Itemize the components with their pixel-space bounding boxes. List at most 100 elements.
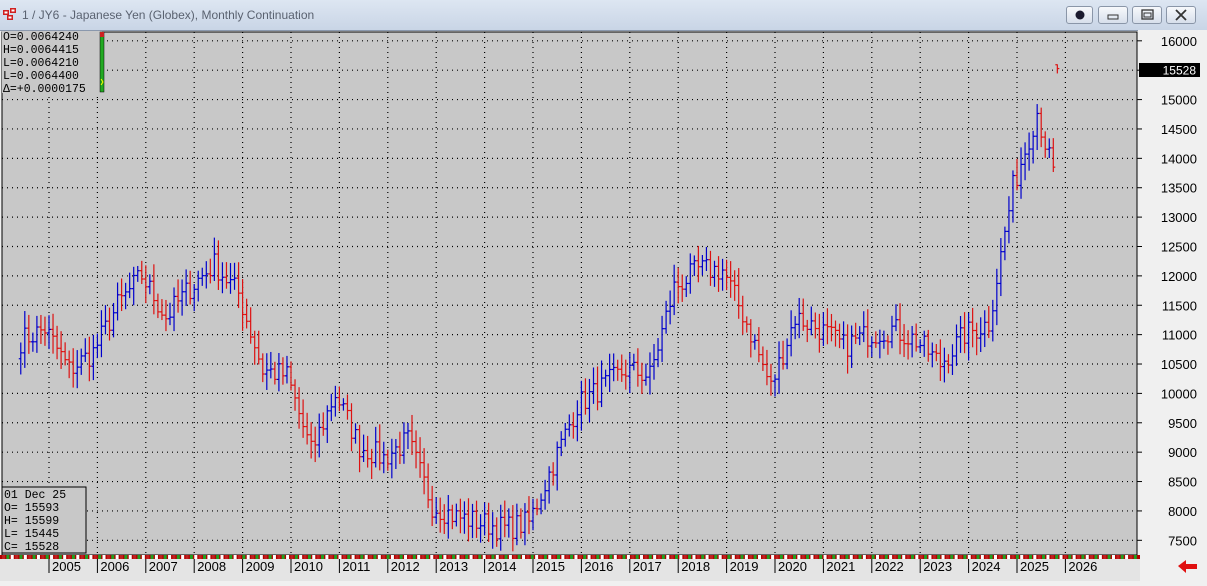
- axis-segment: [661, 555, 665, 559]
- axis-segment: [2, 555, 5, 559]
- x-tick-label: 2026: [1068, 559, 1097, 574]
- axis-segment: [622, 555, 626, 559]
- y-tick-label: 8500: [1168, 475, 1197, 490]
- y-tick-label: 13000: [1161, 210, 1197, 225]
- chart-area[interactable]: 7500 8000 8500 9000 9500 10000 10500 11000 11500…: [0, 30, 1207, 581]
- axis-segment: [373, 555, 377, 559]
- axis-segment: [1050, 555, 1054, 559]
- readout-open: O=0.0064240: [3, 31, 79, 44]
- readout-high: H=0.0064415: [3, 44, 79, 57]
- x-tick-label: 2025: [1020, 559, 1049, 574]
- axis-segment: [181, 555, 185, 559]
- readout-bottom-close: C= 15528: [4, 541, 59, 554]
- price-chart[interactable]: 7500 8000 8500 9000 9500 10000 10500 11000 11500…: [0, 30, 1207, 581]
- y-tick-label: 11500: [1162, 298, 1197, 313]
- axis-segment: [421, 555, 425, 559]
- readout-bottom-open: O= 15593: [4, 502, 59, 515]
- axis-segment: [714, 555, 718, 559]
- axis-segment: [530, 555, 534, 559]
- axis-segment: [906, 555, 910, 559]
- y-tick-label: 10000: [1161, 386, 1197, 401]
- minimize-button[interactable]: [1098, 6, 1128, 24]
- axis-segment: [137, 555, 141, 559]
- record-icon: [1075, 10, 1085, 20]
- y-tick-label: 14000: [1161, 151, 1197, 166]
- window-title: 1 / JY6 - Japanese Yen (Globex), Monthly…: [22, 8, 315, 22]
- axis-segment: [189, 555, 193, 559]
- y-tick-label: 13500: [1161, 181, 1197, 196]
- readout-date: 01 Dec 25: [4, 489, 66, 502]
- x-tick-label: 2006: [100, 559, 129, 574]
- x-tick-label: 2005: [52, 559, 81, 574]
- axis-segment: [709, 555, 713, 559]
- app-icon: [3, 8, 16, 20]
- axis-segment: [229, 555, 233, 559]
- minimize-icon: [1107, 14, 1119, 20]
- axis-segment: [526, 555, 530, 559]
- x-tick-label: 2024: [972, 559, 1001, 574]
- x-tick-label: 2010: [294, 559, 323, 574]
- y-tick-label: 12000: [1161, 269, 1197, 284]
- record-button[interactable]: [1066, 6, 1093, 24]
- x-tick-label: 2015: [536, 559, 565, 574]
- axis-segment: [613, 555, 617, 559]
- axis-segment: [963, 555, 967, 559]
- axis-segment: [858, 555, 862, 559]
- axis-segment: [10, 555, 14, 559]
- axis-segment: [626, 555, 630, 559]
- axis-segment: [185, 555, 189, 559]
- scroll-arrow-icon[interactable]: [1178, 560, 1197, 573]
- x-tick-label: 2012: [391, 559, 420, 574]
- x-tick-label: 2022: [875, 559, 904, 574]
- axis-segment: [1125, 555, 1129, 559]
- restore-button[interactable]: [1132, 6, 1162, 24]
- axis-segment: [478, 555, 482, 559]
- x-tick-label: 2023: [923, 559, 952, 574]
- x-tick-label: 2018: [681, 559, 710, 574]
- axis-segment: [1011, 555, 1015, 559]
- axis-segment: [618, 555, 622, 559]
- readout-bottom-high: H= 15599: [4, 515, 59, 528]
- axis-segment: [80, 555, 84, 559]
- y-tick-label: 9000: [1168, 445, 1197, 460]
- close-icon: [1175, 9, 1187, 21]
- axis-segment: [1098, 555, 1102, 559]
- x-axis: 2005 2006 2007 2008 2009 2010 2011 2012 2013 2014…: [0, 555, 1140, 581]
- axis-segment: [954, 555, 958, 559]
- readout-delta: Δ=+0.0000175: [3, 83, 86, 96]
- axis-segment: [771, 555, 775, 559]
- x-tick-label: 2019: [730, 559, 759, 574]
- axis-segment: [93, 555, 97, 559]
- axis-segment: [762, 555, 766, 559]
- axis-segment: [425, 555, 429, 559]
- axis-segment: [286, 555, 290, 559]
- axis-segment: [338, 555, 342, 559]
- axis-segment: [959, 555, 963, 559]
- close-button[interactable]: [1166, 6, 1196, 24]
- axis-segment: [334, 555, 338, 559]
- y-tick-label: 11000: [1162, 328, 1197, 343]
- axis-segment: [473, 555, 477, 559]
- axis-segment: [430, 555, 434, 559]
- axis-segment: [862, 555, 866, 559]
- x-tick-label: 2016: [584, 559, 613, 574]
- axis-segment: [1107, 555, 1111, 559]
- axis-segment: [469, 555, 473, 559]
- ohlc-readout-bottom: 01 Dec 25 O= 15593 H= 15599 L= 15445 C= …: [1, 486, 87, 554]
- y-tick-label: 12500: [1161, 239, 1197, 254]
- axis-segment: [1103, 555, 1107, 559]
- axis-segment: [1055, 555, 1059, 559]
- axis-segment: [382, 555, 386, 559]
- axis-segment: [36, 555, 40, 559]
- y-tick-label: 7500: [1168, 533, 1197, 548]
- axis-segment: [718, 555, 722, 559]
- x-tick-label: 2007: [149, 559, 178, 574]
- restore-icon: [1141, 9, 1154, 20]
- y-tick-label: 10500: [1161, 357, 1197, 372]
- axis-segment: [325, 555, 329, 559]
- axis-segment: [290, 555, 294, 559]
- y-tick-label: 15000: [1161, 93, 1197, 108]
- axis-segment: [281, 555, 285, 559]
- axis-segment: [819, 555, 823, 559]
- axis-segment: [915, 555, 919, 559]
